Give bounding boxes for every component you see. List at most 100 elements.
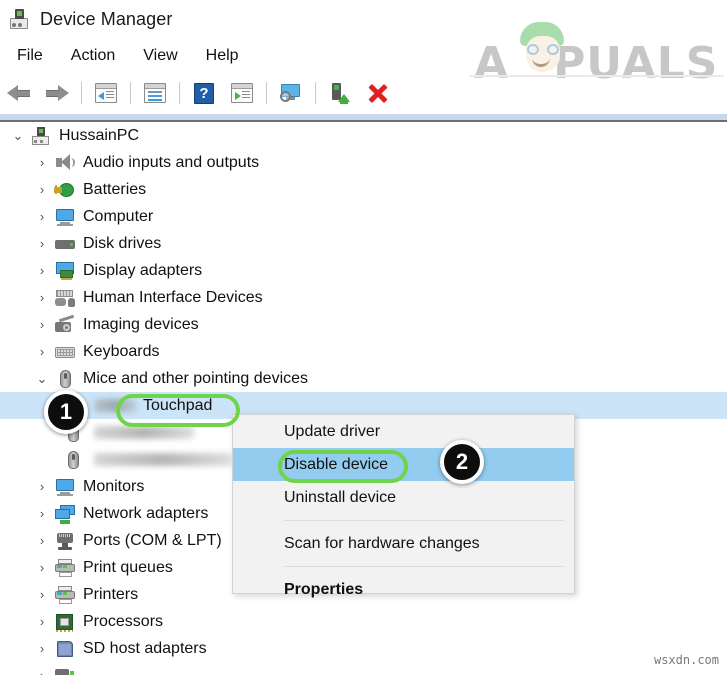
- menu-separator: [284, 520, 564, 521]
- chevron-right-icon[interactable]: ›: [30, 560, 54, 575]
- toolbar-separator: [315, 82, 316, 104]
- monitor-icon: [54, 207, 76, 227]
- hid-icon: [54, 288, 76, 308]
- mouse-icon: [54, 369, 76, 389]
- network-adapter-icon: [54, 504, 76, 524]
- tree-item-partial[interactable]: ›: [0, 662, 727, 675]
- tree-item-batteries[interactable]: › Batteries: [0, 176, 727, 203]
- menu-action[interactable]: Action: [57, 45, 129, 67]
- disable-device-menu-item[interactable]: Disable device: [233, 448, 574, 481]
- menu-item-update-driver[interactable]: Update driver: [233, 415, 574, 448]
- enable-device-button[interactable]: [323, 78, 357, 108]
- tree-item-keyboards[interactable]: › Keyboards: [0, 338, 727, 365]
- chevron-right-icon[interactable]: ›: [30, 587, 54, 602]
- tree-item-label: SD host adapters: [83, 639, 207, 657]
- scan-for-hardware-changes-button[interactable]: [274, 78, 308, 108]
- help-button[interactable]: ?: [187, 78, 221, 108]
- uninstall-device-button[interactable]: [361, 78, 395, 108]
- sd-host-adapter-icon: [54, 639, 76, 659]
- appuals-brand-text: PUALS: [553, 38, 719, 89]
- chevron-down-icon[interactable]: ⌄: [6, 128, 30, 144]
- help-question-icon: ?: [194, 82, 214, 104]
- chevron-right-icon[interactable]: ›: [30, 533, 54, 548]
- tree-item-processors[interactable]: › Processors: [0, 608, 727, 635]
- monitor-icon: [54, 477, 76, 497]
- tree-item-label: Printers: [83, 585, 139, 603]
- tree-item-mice-and-other-pointing-devices[interactable]: ⌄ Mice and other pointing devices: [0, 365, 727, 392]
- tree-item-imaging-devices[interactable]: › Imaging devices: [0, 311, 727, 338]
- step-badge-2: 2: [440, 440, 484, 484]
- menu-separator: [284, 566, 564, 567]
- device-manager-window: Device Manager File Action View Help ? ⌄…: [0, 0, 727, 675]
- blurred-device-name: [94, 426, 194, 439]
- printer-icon: [54, 585, 76, 605]
- toolbar-separator: [81, 82, 82, 104]
- tree-item-label: Keyboards: [83, 342, 160, 360]
- tree-item-display-adapters[interactable]: › Display adapters: [0, 257, 727, 284]
- forward-arrow-icon: [45, 85, 69, 101]
- tree-item-audio-inputs-and-outputs[interactable]: › Audio inputs and outputs: [0, 149, 727, 176]
- properties-icon: [144, 83, 166, 103]
- toolbar-separator: [179, 82, 180, 104]
- forward-button[interactable]: [40, 78, 74, 108]
- mouse-icon: [62, 450, 84, 470]
- site-watermark: wsxdn.com: [653, 653, 719, 667]
- computer-tower-icon: [30, 126, 52, 146]
- menu-view[interactable]: View: [129, 45, 191, 67]
- tree-item-label: Imaging devices: [83, 315, 199, 333]
- tree-item-label: Disk drives: [83, 234, 162, 252]
- menu-file[interactable]: File: [3, 45, 57, 67]
- blurred-device-vendor: [94, 399, 136, 412]
- tree-item-label: Ports (COM & LPT): [83, 531, 222, 549]
- tree-item-label: Human Interface Devices: [83, 288, 263, 306]
- chevron-right-icon[interactable]: ›: [30, 317, 54, 332]
- tree-item-human-interface-devices[interactable]: › Human Interface Devices: [0, 284, 727, 311]
- toolbar-divider: [0, 112, 727, 122]
- chevron-right-icon[interactable]: ›: [30, 641, 54, 656]
- chevron-right-icon[interactable]: ›: [30, 155, 54, 170]
- tree-item-disk-drives[interactable]: › Disk drives: [0, 230, 727, 257]
- back-button[interactable]: [2, 78, 36, 108]
- tree-item-root[interactable]: ⌄ HussainPC: [0, 122, 727, 149]
- chevron-right-icon[interactable]: ›: [30, 506, 54, 521]
- printer-icon: [54, 558, 76, 578]
- tree-item-label: Processors: [83, 612, 164, 630]
- tree-item-label: Network adapters: [83, 504, 209, 522]
- context-menu[interactable]: Update driver Disable device Uninstall d…: [232, 414, 575, 598]
- chevron-right-icon[interactable]: ›: [30, 236, 54, 251]
- display-adapter-icon: [54, 261, 76, 281]
- toolbar-separator: [266, 82, 267, 104]
- update-driver-button[interactable]: [225, 78, 259, 108]
- device-manager-icon: [8, 8, 30, 30]
- tree-item-label: HussainPC: [59, 126, 140, 144]
- tree-item-label: Print queues: [83, 558, 173, 576]
- touchpad-label: Touchpad: [143, 396, 213, 414]
- chevron-right-icon[interactable]: ›: [30, 290, 54, 305]
- tree-item-computer[interactable]: › Computer: [0, 203, 727, 230]
- chevron-down-icon[interactable]: ⌄: [30, 371, 54, 387]
- tree-item-sd-host-adapters[interactable]: › SD host adapters: [0, 635, 727, 662]
- menu-item-properties[interactable]: Properties: [233, 573, 574, 606]
- properties-button[interactable]: [138, 78, 172, 108]
- show-hide-console-tree-button[interactable]: [89, 78, 123, 108]
- chevron-right-icon[interactable]: ›: [30, 182, 54, 197]
- update-driver-icon: [231, 83, 253, 103]
- back-arrow-icon: [7, 85, 31, 101]
- menu-item-scan-for-hardware-changes[interactable]: Scan for hardware changes: [233, 527, 574, 560]
- menu-item-uninstall-device[interactable]: Uninstall device: [233, 481, 574, 514]
- toolbar-separator: [130, 82, 131, 104]
- chevron-right-icon[interactable]: ›: [30, 209, 54, 224]
- port-icon: [54, 531, 76, 551]
- imaging-device-icon: [54, 314, 76, 335]
- chevron-right-icon[interactable]: ›: [30, 479, 54, 494]
- scan-monitor-icon: [279, 83, 303, 103]
- appuals-watermark: A PUALS: [470, 20, 724, 89]
- chevron-right-icon[interactable]: ›: [30, 263, 54, 278]
- menu-help[interactable]: Help: [192, 45, 253, 67]
- chevron-right-icon[interactable]: ›: [30, 344, 54, 359]
- watermark-rule: [470, 75, 724, 77]
- window-title: Device Manager: [40, 8, 173, 29]
- chevron-right-icon[interactable]: ›: [30, 614, 54, 629]
- chevron-right-icon[interactable]: ›: [30, 668, 54, 675]
- tree-item-label: Batteries: [83, 180, 147, 198]
